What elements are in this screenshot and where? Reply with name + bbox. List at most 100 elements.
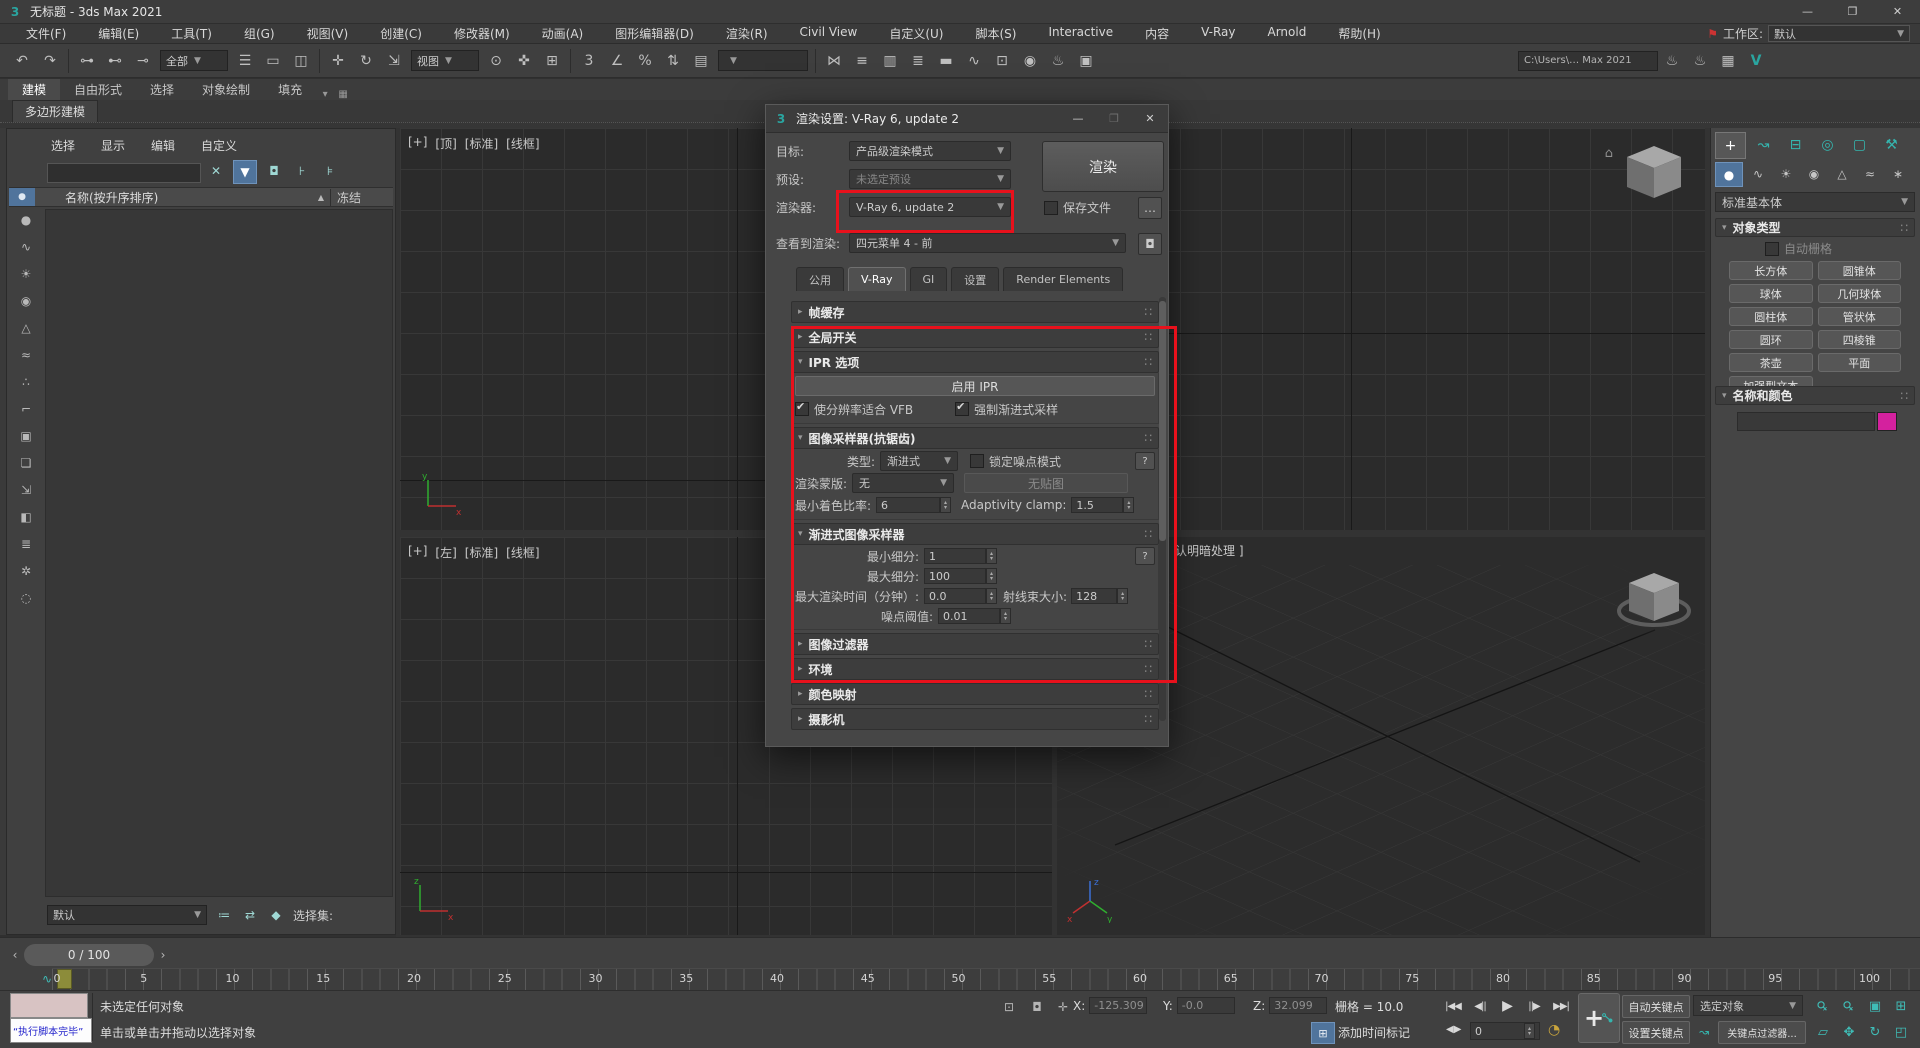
select-rotate-icon[interactable]: ↻ [353,48,379,74]
viewport-label-part[interactable]: [顶] [435,135,456,152]
vray-logo-icon[interactable]: V [1743,48,1769,74]
enable-ipr-button[interactable]: 启用 IPR [795,376,1155,396]
primitive-button[interactable]: 长方体 [1729,261,1813,280]
primitive-button[interactable]: 圆柱体 [1729,307,1813,326]
cat-helpers-icon[interactable]: △ [1829,162,1855,185]
view-lock-icon[interactable]: ◘ [1138,233,1162,255]
window-crossing-icon[interactable]: ◫ [288,48,314,74]
unlink-icon[interactable]: ⊷ [102,48,128,74]
preset-dropdown[interactable]: 未选定预设▼ [849,169,1011,189]
tab-motion-icon[interactable]: ◎ [1813,132,1842,157]
clear-search-icon[interactable]: ✕ [205,160,227,182]
curve-editor-icon[interactable]: ∿ [961,48,987,74]
sampler-type-dropdown[interactable]: 渐进式▼ [880,451,958,471]
cat-geometry-icon[interactable]: ● [1715,162,1743,187]
filter-shapes-icon[interactable]: ∿ [15,236,37,258]
x-coordinate-field[interactable]: -125.309 [1089,997,1147,1014]
orbit-icon[interactable]: ↻ [1864,1021,1886,1043]
render-mask-dropdown[interactable]: 无▼ [852,473,954,493]
ribbon-subtab-polymodeling[interactable]: 多边形建模 [12,100,98,122]
previous-key-button[interactable]: ◀|| [1471,995,1489,1017]
maxscript-mini-listener-pink[interactable] [10,993,88,1018]
selection-lock-icon[interactable]: ◘ [1026,997,1048,1017]
maximize-viewport-icon[interactable]: ◰ [1890,1021,1912,1043]
dialog-scrollbar[interactable] [1159,297,1166,721]
sync-selection-icon[interactable]: ⇄ [239,904,261,926]
min-subdivs-spinner[interactable] [986,548,997,564]
percent-snap-icon[interactable]: % [632,48,658,74]
filter-layers-icon[interactable]: ≣ [15,533,37,555]
maxscript-mini-listener-white[interactable]: “执行脚本完毕” [10,1018,92,1043]
fit-resolution-vfb-checkbox[interactable] [795,402,809,416]
primitive-button[interactable]: 圆锥体 [1818,261,1902,280]
explorer-column-header[interactable]: ● 名称(按升序排序) ▲ 冻结 [9,187,393,207]
time-configuration-icon[interactable]: ◔ [1548,1022,1560,1038]
pan-icon[interactable]: ✥ [1838,1021,1860,1043]
menu-item[interactable]: V-Ray [1185,25,1251,42]
selected-mode-dropdown[interactable]: 选定对象▼ [1693,995,1803,1016]
y-coordinate-field[interactable]: -0.0 [1177,997,1235,1014]
render-button[interactable]: 渲染 [1042,141,1164,192]
viewcube-home-icon[interactable]: ⌂ [1605,146,1613,161]
open-asset-tracking-icon[interactable]: ▦ [1715,48,1741,74]
filter-spacewarps-icon[interactable]: ≈ [15,344,37,366]
ribbon-tab[interactable]: 对象绘制 [188,79,264,100]
zoom-icon[interactable]: ♀ [1812,995,1834,1017]
render-production-icon[interactable]: ♨ [1659,48,1685,74]
render-iterative-icon[interactable]: ♨ [1687,48,1713,74]
viewport-label-part[interactable]: [标准] [465,135,498,152]
menu-item[interactable]: 脚本(S) [959,25,1032,42]
expand-children-icon[interactable]: ⊦ [291,160,313,182]
align-icon[interactable]: ≡ [849,48,875,74]
schematic-view-icon[interactable]: ⊡ [989,48,1015,74]
menu-item[interactable]: 动画(A) [526,25,600,42]
category-dropdown[interactable]: 标准基本体▼ [1715,192,1915,212]
set-key-button[interactable]: 设置关键点 [1622,1021,1690,1044]
target-dropdown[interactable]: 产品级渲染模式▼ [849,141,1011,161]
add-time-tag[interactable]: 添加时间标记 [1338,1024,1410,1041]
render-setup-icon[interactable]: ♨ [1045,48,1071,74]
workspace-dropdown[interactable]: 默认▼ [1768,25,1910,42]
display-filter-icon[interactable]: ▼ [233,160,257,184]
material-editor-icon[interactable]: ◉ [1017,48,1043,74]
rollout-header[interactable]: 全局开关 [791,326,1159,348]
current-frame-spinner[interactable]: 0 [1470,1022,1540,1040]
min-shading-rate-field[interactable]: 6 [876,497,940,513]
menu-item[interactable]: Interactive [1032,25,1129,42]
viewport-label-part[interactable]: [标准] [465,544,498,561]
toggle-layer-explorer-icon[interactable]: ≣ [905,48,931,74]
toggle-ribbon-icon[interactable]: ▬ [933,48,959,74]
rollout-header[interactable]: 图像过滤器 [791,633,1159,655]
explorer-preset-dropdown[interactable]: 默认▼ [47,905,207,925]
filter-geometry-icon[interactable]: ● [15,209,37,231]
ray-bundle-size-field[interactable]: 128 [1071,588,1117,604]
ray-bundle-size-spinner[interactable] [1117,588,1128,604]
tab-display-icon[interactable]: ▢ [1845,132,1874,157]
time-tag-icon[interactable]: ⊞ [1311,1022,1335,1044]
bind-spacewarp-icon[interactable]: ⊸ [130,48,156,74]
adaptivity-clamp-field[interactable]: 1.5 [1071,497,1123,513]
rollout-header[interactable]: 颜色映射 [791,683,1159,705]
object-type-rollout-header[interactable]: 对象类型 [1715,218,1915,237]
menu-item[interactable]: 图形编辑器(D) [599,25,710,42]
noise-threshold-spinner[interactable] [1000,608,1011,624]
viewcube[interactable] [1617,559,1691,645]
spinner-snap-icon[interactable]: ⇅ [660,48,686,74]
tab-vray[interactable]: V-Ray [848,267,906,291]
menu-item[interactable]: 视图(V) [291,25,365,42]
close-button[interactable]: ✕ [1875,0,1920,23]
previous-frame-arrow[interactable]: ‹ [8,944,22,966]
select-link-icon[interactable]: ⊶ [74,48,100,74]
select-manipulate-icon[interactable]: ✜ [511,48,537,74]
key-mode-toggle-icon[interactable]: ↝ [1693,1021,1715,1042]
ribbon-tab[interactable]: 自由形式 [60,79,136,100]
tab-common[interactable]: 公用 [796,267,844,291]
force-progressive-checkbox[interactable] [955,402,969,416]
rollout-header-image-sampler[interactable]: 图像采样器(抗锯齿) [791,427,1159,449]
viewport-label-clipped[interactable]: 认明暗处理 ] [1175,542,1244,559]
reference-coordinate-dropdown[interactable]: 视图▼ [411,50,479,71]
menu-item[interactable]: Arnold [1252,25,1323,42]
name-color-rollout-header[interactable]: 名称和颜色 [1715,386,1915,405]
min-subdivs-field[interactable]: 1 [924,548,986,564]
view-to-render-dropdown[interactable]: 四元菜单 4 - 前▼ [849,233,1126,253]
